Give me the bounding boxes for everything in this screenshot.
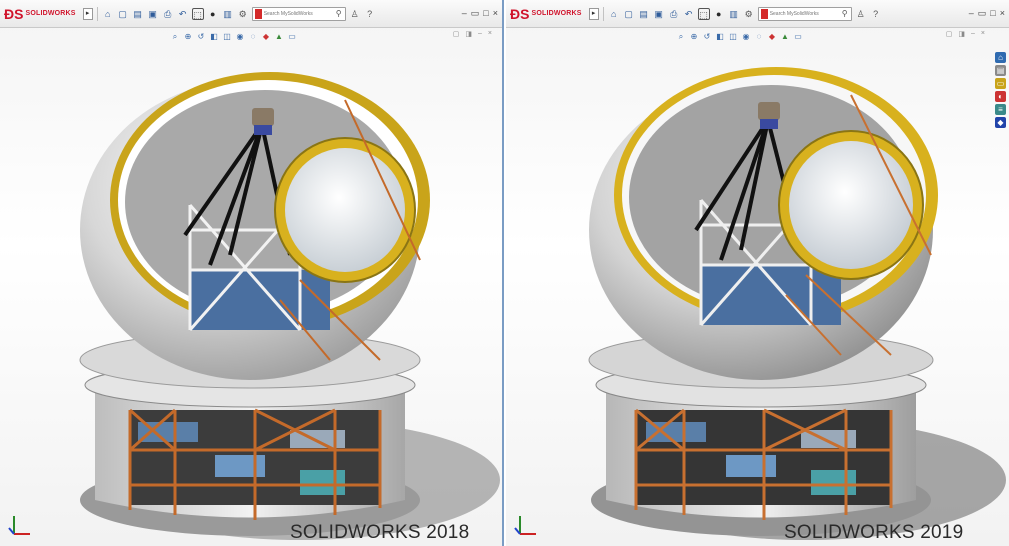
open-icon[interactable]: ▤: [132, 8, 144, 20]
new-icon[interactable]: ▢: [117, 8, 129, 20]
select-icon[interactable]: ⬚: [697, 7, 710, 20]
undo-icon[interactable]: ↶: [177, 8, 189, 20]
version-caption: SOLIDWORKS 2018: [290, 522, 470, 543]
solidworks-2019-window: ƉS SOLIDWORKS ▸ ⌂ ▢ ▤ ▣ ⎙ ↶ ⬚ ● ▥ ⚙ ⚲ ♙ …: [506, 0, 1009, 546]
close-icon[interactable]: ×: [1000, 8, 1005, 19]
search-box[interactable]: ⚲: [251, 6, 346, 21]
restore-icon[interactable]: ▭: [471, 8, 480, 19]
undo-icon[interactable]: ↶: [683, 8, 695, 20]
logo-text: SOLIDWORKS: [531, 10, 582, 17]
file-props-icon[interactable]: ▥: [728, 8, 740, 20]
open-icon[interactable]: ▤: [638, 8, 650, 20]
rebuild-icon[interactable]: ●: [713, 8, 725, 20]
logo-text: SOLIDWORKS: [25, 10, 76, 17]
primary-mirror: [285, 148, 405, 272]
help-icon[interactable]: ?: [364, 8, 376, 20]
menu-expand-button[interactable]: ▸: [82, 7, 93, 20]
save-icon[interactable]: ▣: [653, 8, 665, 20]
axis-triad-icon: [514, 516, 536, 535]
minimize-icon[interactable]: –: [462, 8, 467, 19]
search-input[interactable]: [769, 10, 840, 17]
telescope-dome-model-2019[interactable]: [506, 30, 1009, 546]
help-icon[interactable]: ?: [870, 8, 882, 20]
options-icon[interactable]: ⚙: [237, 8, 249, 20]
primary-mirror: [789, 141, 913, 269]
search-flag-icon: [254, 8, 262, 19]
search-box[interactable]: ⚲: [757, 6, 852, 21]
title-bar: ƉS SOLIDWORKS ▸ ⌂ ▢ ▤ ▣ ⎙ ↶ ⬚ ● ▥ ⚙ ⚲ ♙ …: [506, 0, 1009, 28]
solidworks-2018-window: ƉS SOLIDWORKS ▸ ⌂ ▢ ▤ ▣ ⎙ ↶ ⬚ ● ▥ ⚙ ⚲ ♙ …: [0, 0, 504, 546]
rebuild-icon[interactable]: ●: [207, 8, 219, 20]
maximize-icon[interactable]: □: [483, 8, 488, 19]
window-controls: – ▭ □ ×: [462, 8, 498, 19]
telescope-dome-model-2018[interactable]: [0, 30, 504, 546]
home-icon[interactable]: ⌂: [102, 8, 114, 20]
toolbar-separator: [602, 6, 604, 21]
base-interior: [128, 408, 382, 520]
print-icon[interactable]: ⎙: [668, 8, 680, 20]
minimize-icon[interactable]: –: [969, 8, 974, 19]
save-icon[interactable]: ▣: [147, 8, 159, 20]
solidworks-logo[interactable]: ƉS SOLIDWORKS: [510, 7, 582, 21]
new-icon[interactable]: ▢: [623, 8, 635, 20]
search-input[interactable]: [263, 10, 334, 17]
user-icon[interactable]: ♙: [349, 8, 361, 20]
title-bar: ƉS SOLIDWORKS ▸ ⌂ ▢ ▤ ▣ ⎙ ↶ ⬚ ● ▥ ⚙ ⚲ ♙ …: [0, 0, 502, 28]
base-interior: [634, 408, 893, 520]
version-caption: SOLIDWORKS 2019: [784, 522, 964, 543]
ds-logo-icon: ƉS: [4, 5, 24, 22]
maximize-icon[interactable]: □: [990, 8, 995, 19]
menu-expand-button[interactable]: ▸: [588, 7, 599, 20]
restore-icon[interactable]: ▭: [978, 8, 987, 19]
search-icon[interactable]: ⚲: [842, 9, 848, 18]
file-props-icon[interactable]: ▥: [222, 8, 234, 20]
print-icon[interactable]: ⎙: [162, 8, 174, 20]
user-icon[interactable]: ♙: [855, 8, 867, 20]
solidworks-logo[interactable]: ƉS SOLIDWORKS: [4, 7, 76, 21]
home-icon[interactable]: ⌂: [608, 8, 620, 20]
select-icon[interactable]: ⬚: [191, 7, 204, 20]
search-flag-icon: [760, 8, 768, 19]
options-icon[interactable]: ⚙: [743, 8, 755, 20]
window-controls: – ▭ □ ×: [969, 8, 1005, 19]
search-icon[interactable]: ⚲: [336, 9, 342, 18]
ds-logo-icon: ƉS: [510, 5, 530, 22]
close-icon[interactable]: ×: [493, 8, 498, 19]
axis-triad-icon: [8, 516, 30, 535]
toolbar-separator: [96, 6, 98, 21]
